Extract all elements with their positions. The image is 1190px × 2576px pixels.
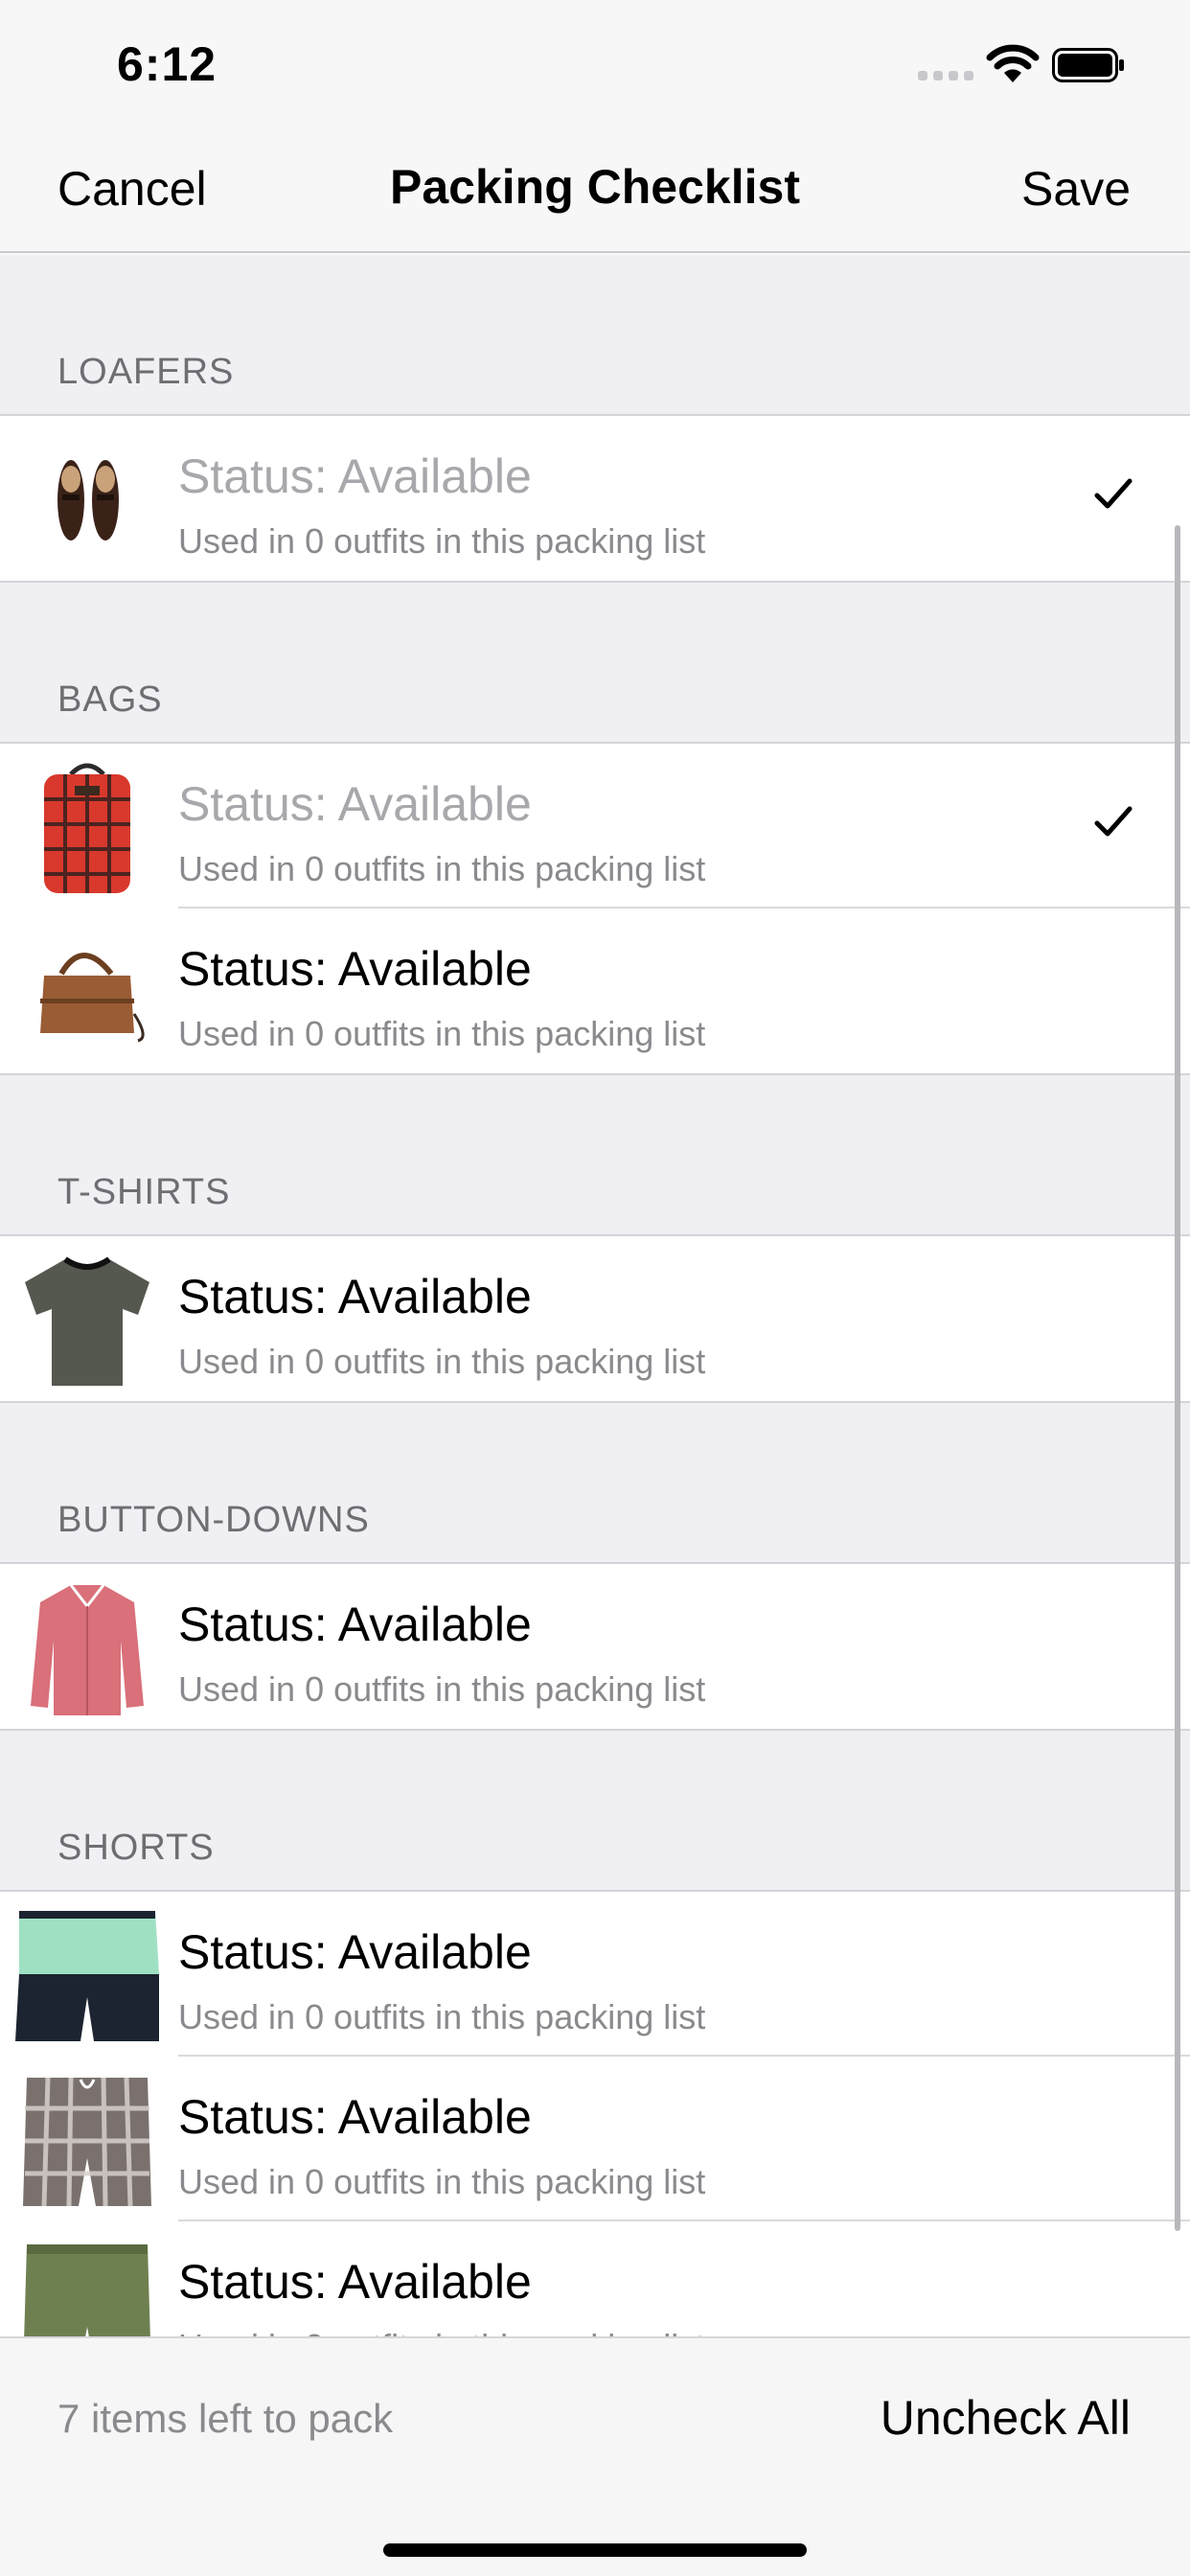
leather-bag-thumbnail bbox=[40, 953, 145, 1043]
item-usage: Used in 0 outfits in this packing list bbox=[178, 1997, 706, 2036]
battery-icon bbox=[1052, 48, 1124, 82]
olive-shorts-thumbnail bbox=[24, 2244, 150, 2336]
section-header-t-shirts: T-SHIRTS bbox=[0, 1075, 1190, 1234]
checkmark-icon bbox=[1094, 806, 1133, 837]
section-t-shirts: Status: Available Used in 0 outfits in t… bbox=[0, 1234, 1190, 1403]
cancel-button[interactable]: Cancel bbox=[57, 161, 207, 217]
section-header-label: SHORTS bbox=[57, 1828, 215, 1868]
wifi-icon bbox=[986, 44, 1040, 82]
section-bags: Status: Available Used in 0 outfits in t… bbox=[0, 742, 1190, 1075]
item-usage: Used in 0 outfits in this packing list bbox=[178, 2162, 706, 2201]
list-item[interactable]: Status: Available Used in 0 outfits in t… bbox=[0, 2055, 1190, 2221]
item-status: Status: Available bbox=[178, 2090, 532, 2144]
list-item[interactable]: Status: Available Used in 0 outfits in t… bbox=[0, 744, 1190, 908]
items-left-count: 7 items left to pack bbox=[57, 2396, 394, 2441]
item-usage: Used in 0 outfits in this packing list bbox=[178, 1669, 706, 1709]
list-item[interactable]: Status: Available Used in 0 outfits in t… bbox=[0, 1564, 1190, 1729]
section-header-loafers: LOAFERS bbox=[0, 255, 1190, 414]
item-usage: Used in 0 outfits in this packing list bbox=[178, 521, 706, 561]
list-item[interactable]: Status: Available Used in 0 outfits in t… bbox=[0, 1892, 1190, 2057]
item-status: Status: Available bbox=[178, 1925, 532, 1979]
checkmark-icon bbox=[1094, 478, 1133, 509]
item-status: Status: Available bbox=[178, 1270, 532, 1323]
plaid-shorts-thumbnail bbox=[23, 2077, 151, 2207]
item-status: Status: Available bbox=[178, 2255, 532, 2309]
tshirt-thumbnail bbox=[25, 1256, 149, 1386]
status-bar: 6:12 bbox=[0, 0, 1190, 126]
backpack-thumbnail bbox=[44, 763, 130, 893]
cellular-signal-icon bbox=[918, 71, 973, 80]
loafers-thumbnail bbox=[57, 460, 119, 540]
checklist-table[interactable]: LOAFERS Status: Available Used in 0 outf… bbox=[0, 255, 1190, 2336]
list-item[interactable]: Status: Available Used in 0 outfits in t… bbox=[0, 2220, 1190, 2336]
uncheck-all-button[interactable]: Uncheck All bbox=[881, 2390, 1131, 2446]
section-header-label: BAGS bbox=[57, 679, 163, 720]
list-item[interactable]: Status: Available Used in 0 outfits in t… bbox=[0, 416, 1190, 581]
section-header-label: BUTTON-DOWNS bbox=[57, 1500, 370, 1540]
navigation-bar: Cancel Packing Checklist Save bbox=[0, 126, 1190, 253]
button-down-shirt-thumbnail bbox=[31, 1584, 144, 1715]
item-usage: Used in 0 outfits in this packing list bbox=[178, 2327, 705, 2336]
bottom-toolbar: 7 items left to pack Uncheck All bbox=[0, 2336, 1190, 2576]
list-item[interactable]: Status: Available Used in 0 outfits in t… bbox=[0, 1236, 1190, 1401]
home-indicator[interactable] bbox=[383, 2543, 807, 2557]
section-loafers: Status: Available Used in 0 outfits in t… bbox=[0, 414, 1190, 583]
scroll-indicator[interactable] bbox=[1175, 525, 1180, 2231]
item-usage: Used in 0 outfits in this packing list bbox=[178, 1014, 706, 1053]
section-header-label: T-SHIRTS bbox=[57, 1172, 231, 1212]
list-item[interactable]: Status: Available Used in 0 outfits in t… bbox=[0, 907, 1190, 1073]
section-shorts: Status: Available Used in 0 outfits in t… bbox=[0, 1890, 1190, 2336]
item-status: Status: Available bbox=[178, 942, 532, 996]
section-header-label: LOAFERS bbox=[57, 352, 235, 392]
save-button[interactable]: Save bbox=[1021, 161, 1131, 217]
item-usage: Used in 0 outfits in this packing list bbox=[178, 849, 706, 888]
status-time: 6:12 bbox=[117, 37, 217, 91]
item-status: Status: Available bbox=[178, 449, 532, 503]
section-header-button-downs: BUTTON-DOWNS bbox=[0, 1403, 1190, 1562]
section-button-downs: Status: Available Used in 0 outfits in t… bbox=[0, 1562, 1190, 1731]
section-header-bags: BAGS bbox=[0, 583, 1190, 742]
mint-shorts-thumbnail bbox=[15, 1911, 159, 2041]
item-status: Status: Available bbox=[178, 1598, 532, 1651]
section-header-shorts: SHORTS bbox=[0, 1731, 1190, 1890]
item-usage: Used in 0 outfits in this packing list bbox=[178, 1342, 706, 1381]
item-status: Status: Available bbox=[178, 777, 532, 831]
